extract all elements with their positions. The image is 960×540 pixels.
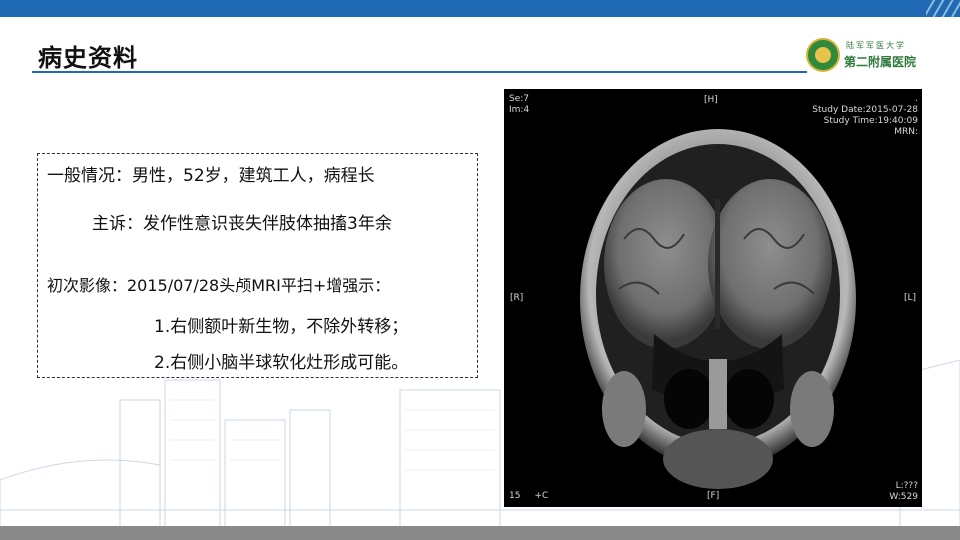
bottom-bar (0, 526, 960, 540)
mri-study-info: . Study Date:2015-07-28 Study Time:19:40… (812, 94, 918, 138)
mri-bottom-marker: [F] (707, 491, 720, 501)
mri-window-level: L:??? (895, 481, 918, 491)
imaging-header: 初次影像：2015/07/28头颅MRI平扫+增强示： (47, 276, 391, 295)
mri-contrast: +C (534, 491, 549, 501)
mri-image-number: Im:4 (509, 105, 530, 115)
mri-top-marker: [H] (704, 95, 718, 105)
hospital-logo: 陆军军医大学 第二附属医院 (806, 38, 956, 74)
mri-right-side-marker: [R] (510, 293, 524, 303)
mri-window-info: L:??? W:529 (889, 481, 918, 503)
chief-complaint: 主诉：发作性意识丧失伴肢体抽搐3年余 (92, 214, 392, 234)
logo-university-name: 陆军军医大学 (846, 41, 906, 50)
mri-study-date: Study Date:2015-07-28 (812, 105, 918, 115)
mri-window-width: W:529 (889, 492, 918, 502)
mri-slice-number: 15 (509, 491, 521, 501)
imaging-finding-2: 2.右侧小脑半球软化灶形成可能。 (154, 353, 409, 373)
mri-dot: . (915, 94, 918, 104)
general-condition: 一般情况：男性，52岁，建筑工人，病程长 (47, 166, 375, 186)
clinical-info-box: 一般情况：男性，52岁，建筑工人，病程长 主诉：发作性意识丧失伴肢体抽搐3年余 … (37, 153, 478, 378)
mri-slice-info: 15 +C (509, 491, 548, 502)
hospital-emblem-icon (806, 38, 840, 72)
top-accent-bar (0, 0, 960, 17)
mri-series: Se:7 (509, 94, 530, 104)
imaging-finding-1: 1.右侧额叶新生物，不除外转移； (154, 317, 409, 337)
title-underline (32, 71, 807, 73)
mri-series-info: Se:7 Im:4 (509, 94, 529, 116)
mri-brain-scan (580, 129, 856, 489)
slide-title: 病史资料 (38, 44, 138, 72)
mri-study-time: Study Time:19:40:09 (823, 116, 918, 126)
top-bar-stripe (926, 0, 960, 17)
mri-left-side-marker: [L] (903, 293, 916, 303)
mri-mrn: MRN: (894, 127, 918, 137)
logo-hospital-name: 第二附属医院 (844, 55, 917, 69)
mri-scan-image: Se:7 Im:4 [H] . Study Date:2015-07-28 St… (504, 89, 922, 507)
